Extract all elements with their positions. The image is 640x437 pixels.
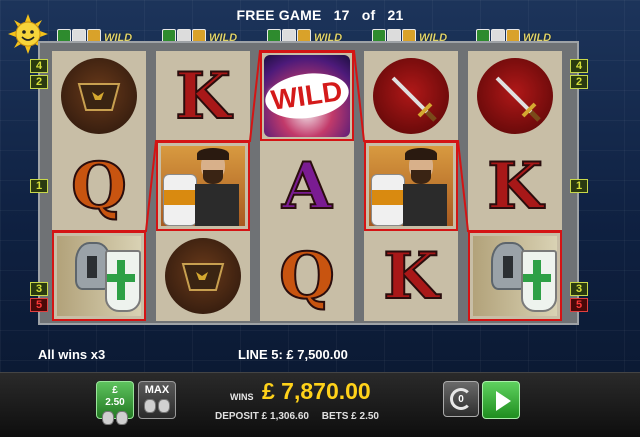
line-marker-5-right[interactable]: 5 [570,298,588,312]
line-marker-1-right[interactable]: 1 [570,179,588,193]
current-bet: BETS £ 2.50 [321,411,379,422]
wins-value: £ 7,870.00 [262,378,371,404]
max-bet-button[interactable]: MAX [138,381,176,419]
stake-value: 2.50 [105,397,125,408]
autoplay-button[interactable]: 0 [443,381,479,417]
line-marker-1-left[interactable]: 1 [30,179,48,193]
line-marker-3-left[interactable]: 3 [30,282,48,296]
coins-icon [97,411,133,425]
line-marker-4-right[interactable]: 4 [570,59,588,73]
win-line-5 [52,50,562,232]
line-marker-4-left[interactable]: 4 [30,59,48,73]
line-win-text: LINE 5: £ 7,500.00 [238,347,348,362]
deposit-balance: DEPOSIT £ 1,306.60 [215,411,309,422]
stake-currency: £ [112,385,118,396]
wins-label: WINS [230,392,254,402]
line-marker-5-left[interactable]: 5 [30,298,48,312]
coin-stack-icon [139,399,175,413]
all-wins-multiplier: All wins x3 [38,347,106,362]
line-marker-2-left[interactable]: 2 [30,75,48,89]
line-marker-2-right[interactable]: 2 [570,75,588,89]
balance-info: DEPOSIT £ 1,306.60 BETS £ 2.50 [215,411,389,422]
stake-button[interactable]: £ 2.50 [96,381,134,425]
autoplay-count: 0 [458,393,464,405]
max-label: MAX [144,384,170,396]
autoplay-icon: 0 [450,388,472,410]
spin-play-button[interactable] [482,381,520,419]
line-marker-3-right[interactable]: 3 [570,282,588,296]
